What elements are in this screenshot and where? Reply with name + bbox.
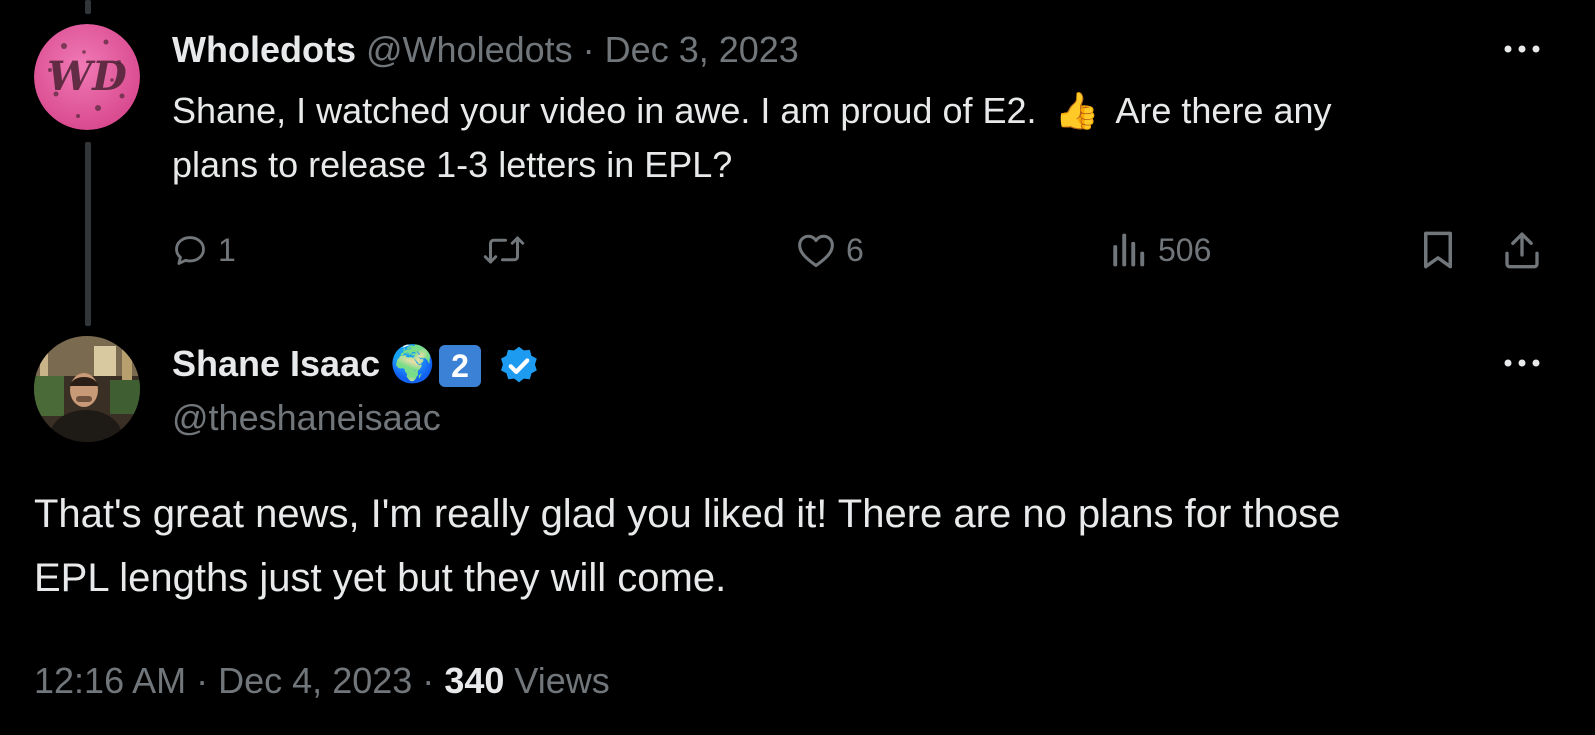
tweet-text-line-1: That's great news, I'm really glad you l… [34, 492, 1341, 536]
tweet-text-line-2: plans to release 1-3 letters in EPL? [172, 144, 733, 185]
tweet-text: That's great news, I'm really glad you l… [34, 482, 1340, 610]
reply-button[interactable]: 1 [172, 222, 236, 278]
parent-tweet-header: Wholedots @Wholedots · Dec 3, 2023 [172, 28, 799, 72]
verified-badge-icon[interactable] [497, 344, 541, 388]
author-handle[interactable]: @theshaneisaac [172, 396, 441, 440]
thread-line-top [85, 0, 91, 14]
views-label: Views [514, 660, 610, 701]
tweet-time[interactable]: 12:16 AM [34, 660, 186, 701]
retweet-icon [483, 236, 525, 264]
views-count: 506 [1158, 231, 1212, 268]
tweet-date[interactable]: Dec 4, 2023 [218, 660, 412, 701]
avatar[interactable] [34, 336, 140, 442]
share-icon [1505, 232, 1539, 269]
tweet-text-part: Shane, I watched your video in awe. I am… [172, 90, 1037, 131]
share-button[interactable] [1502, 222, 1542, 278]
separator-dot: · [196, 660, 209, 701]
avatar[interactable]: WD [34, 24, 140, 130]
more-dots-icon [1504, 359, 1540, 367]
earth-globe-emoji: 🌍 [390, 343, 435, 384]
like-button[interactable]: 6 [796, 222, 864, 278]
tweet-text-part: Are there any [1115, 90, 1332, 131]
views-button[interactable]: 506 [1108, 222, 1211, 278]
bookmark-icon [1424, 231, 1452, 269]
like-count: 6 [846, 231, 864, 268]
reply-count: 1 [218, 231, 236, 268]
retweet-button[interactable] [482, 222, 536, 278]
more-dots-icon [1504, 45, 1540, 53]
author-handle[interactable]: @Wholedots [366, 29, 573, 70]
avatar-logo-text: WD [47, 53, 127, 100]
reply-author-name-row: Shane Isaac 🌍 2 [172, 342, 541, 388]
views-count[interactable]: 340 [444, 660, 504, 701]
keycap-2-badge: 2 [438, 345, 481, 388]
separator-dot: · [422, 660, 435, 701]
tweet-text-line-1: Shane, I watched your video in awe. I am… [172, 84, 1332, 138]
more-options-button[interactable] [1500, 34, 1544, 64]
bookmark-button[interactable] [1420, 222, 1456, 278]
separator-dot: · [582, 29, 595, 70]
tweet-metadata: 12:16 AM · Dec 4, 2023 · 340 Views [34, 656, 610, 706]
thumbs-up-emoji: 👍 [1054, 90, 1100, 131]
tweet-actions-bar: 1 6 506 [172, 222, 1552, 278]
tweet-date[interactable]: Dec 3, 2023 [605, 29, 799, 70]
heart-icon [798, 234, 834, 268]
reply-icon [175, 236, 205, 265]
more-options-button[interactable] [1500, 348, 1544, 378]
author-name[interactable]: Wholedots [172, 29, 356, 70]
analytics-icon [1113, 233, 1145, 267]
tweet-text: Shane, I watched your video in awe. I am… [172, 84, 1332, 192]
tweet-text-line-2: EPL lengths just yet but they will come. [34, 556, 727, 600]
author-name[interactable]: Shane Isaac [172, 343, 380, 384]
thread-line-connector [85, 142, 91, 326]
